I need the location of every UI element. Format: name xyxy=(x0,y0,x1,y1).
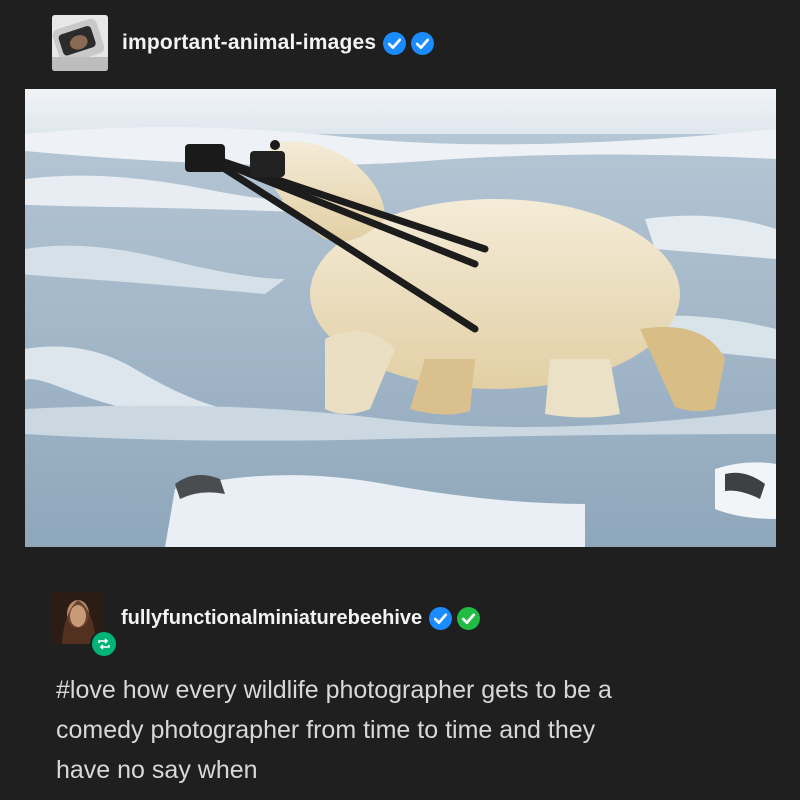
reblog-icon xyxy=(90,630,118,658)
post-header: important-animal-images xyxy=(52,14,435,72)
user-avatar-icon xyxy=(52,15,108,71)
verified-check-icon xyxy=(411,31,435,55)
original-username[interactable]: important-animal-images xyxy=(122,31,376,55)
polar-bear-photo xyxy=(25,89,776,547)
avatar[interactable] xyxy=(52,15,108,71)
verified-check-icon xyxy=(383,31,407,55)
badge-group xyxy=(428,606,481,631)
post-text: #love how every wildlife photographer ge… xyxy=(56,670,756,790)
post-text-line: #love how every wildlife photographer ge… xyxy=(56,676,612,704)
post-text-line: comedy photographer from time to time an… xyxy=(56,716,596,744)
verified-check-icon xyxy=(429,606,453,630)
reblog-username[interactable]: fullyfunctionalminiaturebeehive xyxy=(121,607,422,630)
reblog-header: fullyfunctionalminiaturebeehive xyxy=(52,588,481,658)
post-image[interactable] xyxy=(25,89,776,547)
post-text-line: have no say when xyxy=(56,756,258,784)
verified-check-icon xyxy=(457,606,481,630)
badge-group xyxy=(382,31,435,56)
avatar[interactable] xyxy=(52,592,118,658)
